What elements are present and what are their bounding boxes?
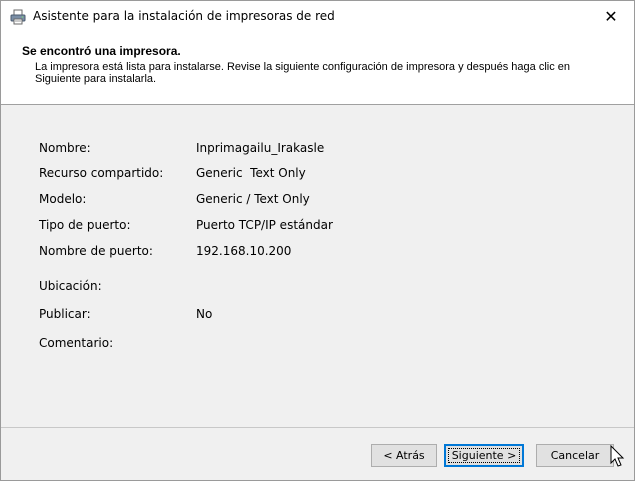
detail-value: Generic Text Only [196, 166, 306, 180]
detail-value: 192.168.10.200 [196, 244, 292, 258]
page-title: Se encontró una impresora. [22, 44, 181, 58]
wizard-header: Se encontró una impresora. La impresora … [1, 32, 634, 104]
detail-label: Nombre: [39, 141, 91, 155]
detail-label: Publicar: [39, 307, 91, 321]
printer-icon [10, 9, 26, 25]
detail-label: Modelo: [39, 192, 87, 206]
detail-row-comentario: Comentario: [1, 336, 601, 356]
detail-row-nombre: Nombre: Inprimagailu_Irakasle [1, 141, 601, 161]
wizard-window: Asistente para la instalación de impreso… [0, 0, 635, 481]
detail-row-nombre-puerto: Nombre de puerto: 192.168.10.200 [1, 244, 601, 264]
detail-row-publicar: Publicar: No [1, 307, 601, 327]
window-title: Asistente para la instalación de impreso… [33, 9, 335, 23]
detail-row-recurso: Recurso compartido: Generic Text Only [1, 166, 601, 186]
next-button[interactable]: Siguiente > [444, 444, 524, 467]
detail-label: Tipo de puerto: [39, 218, 131, 232]
cancel-button[interactable]: Cancelar [536, 444, 614, 467]
page-description: La impresora está lista para instalarse.… [35, 61, 571, 85]
printer-details-panel: Nombre: Inprimagailu_Irakasle Recurso co… [1, 105, 634, 427]
detail-value: Generic / Text Only [196, 192, 310, 206]
detail-label: Recurso compartido: [39, 166, 164, 180]
detail-value: Puerto TCP/IP estándar [196, 218, 333, 232]
detail-label: Ubicación: [39, 279, 102, 293]
detail-value: Inprimagailu_Irakasle [196, 141, 325, 155]
back-button[interactable]: < Atrás [371, 444, 437, 467]
detail-row-modelo: Modelo: Generic / Text Only [1, 192, 601, 212]
close-icon: ✕ [604, 7, 618, 26]
mouse-pointer-icon [610, 444, 626, 469]
detail-row-ubicacion: Ubicación: [1, 279, 601, 299]
close-button[interactable]: ✕ [588, 1, 634, 32]
title-bar: Asistente para la instalación de impreso… [1, 1, 634, 32]
detail-label: Nombre de puerto: [39, 244, 153, 258]
detail-label: Comentario: [39, 336, 114, 350]
button-bar: < Atrás Siguiente > Cancelar [1, 428, 634, 480]
detail-row-tipo-puerto: Tipo de puerto: Puerto TCP/IP estándar [1, 218, 601, 238]
detail-value: No [196, 307, 213, 321]
